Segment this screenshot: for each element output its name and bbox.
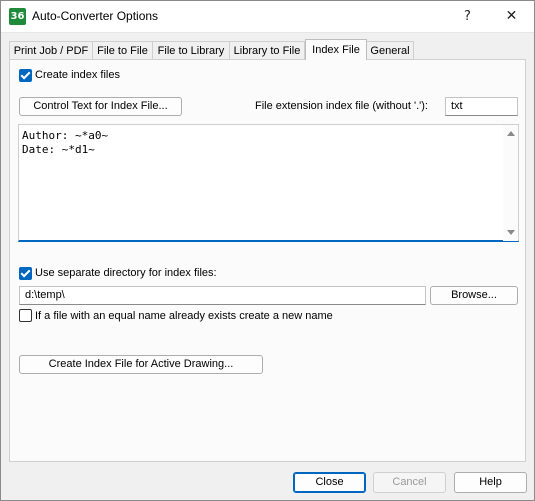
use-separate-dir-checkbox[interactable]: [19, 267, 32, 280]
vertical-scrollbar[interactable]: [503, 125, 518, 241]
index-text-content: Author: ~*a0~ Date: ~*d1~: [22, 129, 109, 156]
scroll-up-icon[interactable]: [507, 131, 515, 136]
extension-label: File extension index file (without '.'):: [255, 100, 428, 112]
title-bar: 36 Auto-Converter Options ? ✕: [1, 1, 534, 33]
help-button[interactable]: Help: [454, 472, 527, 493]
tab-index-file[interactable]: Index File: [305, 39, 367, 60]
browse-button[interactable]: Browse...: [430, 286, 518, 305]
window-title: Auto-Converter Options: [32, 9, 159, 23]
tab-general[interactable]: General: [366, 41, 414, 59]
scroll-down-icon[interactable]: [507, 230, 515, 235]
tab-library-to-file[interactable]: Library to File: [229, 41, 305, 59]
help-icon[interactable]: ?: [445, 1, 490, 32]
app-icon: 36: [9, 8, 26, 25]
index-text-area[interactable]: Author: ~*a0~ Date: ~*d1~: [18, 124, 519, 242]
directory-input[interactable]: d:\temp\: [19, 286, 426, 305]
tab-print-job-pdf[interactable]: Print Job / PDF: [9, 41, 93, 59]
tab-file-to-file[interactable]: File to File: [92, 41, 153, 59]
control-text-button[interactable]: Control Text for Index File...: [19, 97, 182, 116]
new-name-checkbox[interactable]: [19, 309, 32, 322]
new-name-label: If a file with an equal name already exi…: [35, 310, 333, 322]
options-dialog: 36 Auto-Converter Options ? ✕ Print Job …: [0, 0, 535, 501]
index-file-panel: [9, 59, 526, 462]
create-active-index-button[interactable]: Create Index File for Active Drawing...: [19, 355, 263, 374]
close-button[interactable]: Close: [293, 472, 366, 493]
close-icon[interactable]: ✕: [489, 1, 534, 32]
create-index-files-label: Create index files: [35, 69, 120, 81]
extension-input[interactable]: txt: [445, 97, 518, 116]
cancel-button[interactable]: Cancel: [373, 472, 446, 493]
tab-file-to-library[interactable]: File to Library: [152, 41, 230, 59]
use-separate-dir-label: Use separate directory for index files:: [35, 267, 217, 279]
create-index-files-checkbox[interactable]: [19, 69, 32, 82]
